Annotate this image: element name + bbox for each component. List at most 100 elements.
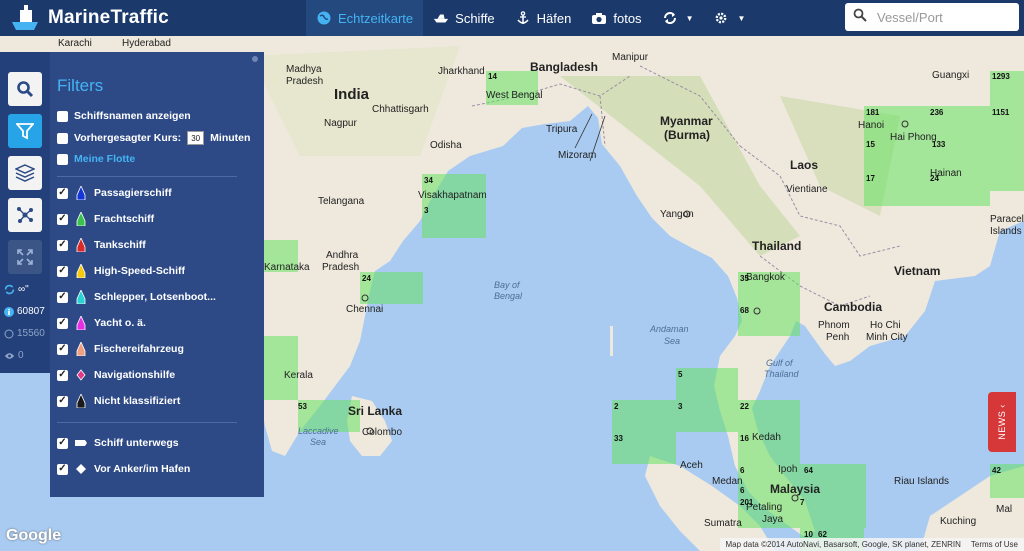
vessel-type-checkbox[interactable] [57, 213, 68, 225]
map-label: Hyderabad [122, 38, 171, 49]
map-label: Guangxi [932, 70, 970, 81]
nav-ports[interactable]: Häfen [505, 0, 582, 36]
filter-tool-button[interactable] [8, 114, 42, 148]
ship-count[interactable]: 14 [488, 72, 497, 81]
nav-settings-menu[interactable]: ▼ [703, 0, 755, 36]
ship-count[interactable]: 181 [866, 108, 879, 117]
vessel-type-label: Fischereifahrzeug [94, 343, 184, 355]
anchored-checkbox[interactable] [57, 463, 68, 475]
ship-count[interactable]: 201 [740, 498, 753, 507]
app-name: MarineTraffic [48, 7, 169, 28]
google-logo: Google [6, 527, 62, 544]
vessel-type-checkbox[interactable] [57, 343, 68, 355]
my-fleet-link[interactable]: Meine Flotte [74, 153, 135, 165]
ship-count[interactable]: 34 [424, 176, 433, 185]
ship-count[interactable]: 17 [866, 174, 875, 183]
map-label: Phnom [818, 320, 850, 331]
ship-count[interactable]: 3 [424, 206, 428, 215]
ship-count[interactable]: 24 [930, 174, 939, 183]
ship-count[interactable]: 15 [866, 140, 875, 149]
ship-count[interactable]: 68 [740, 306, 749, 315]
ship-count[interactable]: 53 [298, 402, 307, 411]
predicted-course-checkbox[interactable] [57, 132, 68, 144]
map-label: Pradesh [322, 262, 360, 273]
map-country-label: Myanmar [660, 114, 713, 128]
vessel-type-checkbox[interactable] [57, 187, 68, 199]
ship-count[interactable]: 42 [992, 466, 1001, 475]
nav-photos[interactable]: fotos [581, 0, 651, 36]
ship-count[interactable]: 2 [614, 402, 618, 411]
map-label: Kuching [940, 516, 977, 527]
ship-count[interactable]: 6 [740, 466, 744, 475]
ship-count[interactable]: 6 [740, 486, 744, 495]
fullscreen-icon [17, 249, 33, 265]
vessel-type-checkbox[interactable] [57, 369, 68, 381]
panel-drag-handle[interactable] [252, 56, 258, 62]
ship-count[interactable]: 236 [930, 108, 943, 117]
chevron-down-icon: ▼ [685, 13, 694, 23]
search-tool-button[interactable] [8, 72, 42, 106]
vessel-type-filter: Tankschiff [57, 238, 146, 252]
circle-icon [4, 329, 14, 338]
vessel-type-checkbox[interactable] [57, 239, 68, 251]
ship-logo-icon [12, 5, 38, 30]
predicted-course-minutes-input[interactable] [187, 131, 205, 145]
map-label: Penh [826, 332, 850, 343]
map-label: Chhattisgarh [372, 104, 429, 115]
map-country-label: Thailand [752, 239, 802, 253]
underway-checkbox[interactable] [57, 437, 68, 449]
ship-count[interactable]: 133 [932, 140, 945, 149]
vessel-type-checkbox[interactable] [57, 395, 68, 407]
news-tab[interactable]: NEWS ‹ [988, 392, 1016, 452]
map-label: Andhra [326, 250, 359, 261]
filter-status-anchored: Vor Anker/im Hafen [57, 462, 190, 476]
vessel-count-value: 60807 [17, 306, 45, 317]
predicted-course-label: Vorhergesagter Kurs: [74, 132, 182, 144]
vessel-marker-icon [74, 316, 88, 330]
map-label: Telangana [318, 196, 365, 207]
ship-count[interactable]: 1293 [992, 72, 1010, 81]
vessel-type-filter: Fischereifahrzeug [57, 342, 184, 356]
vessel-type-checkbox[interactable] [57, 317, 68, 329]
refresh-rate[interactable]: ∞" [4, 284, 29, 295]
vessel-type-label: Yacht o. ä. [94, 317, 146, 329]
vessel-count: 60807 [4, 306, 45, 317]
chevron-down-icon: ▼ [737, 13, 746, 23]
ship-count[interactable]: 7 [800, 498, 804, 507]
ship-count[interactable]: 22 [740, 402, 749, 411]
refresh-icon [4, 284, 15, 295]
fullscreen-tool-button[interactable] [8, 240, 42, 274]
map-country-label: India [334, 86, 370, 103]
vessel-type-checkbox[interactable] [57, 265, 68, 277]
map-label: Manipur [612, 52, 649, 63]
vessel-type-filter: Nicht klassifiziert [57, 394, 180, 408]
my-fleet-checkbox[interactable] [57, 153, 68, 165]
vessel-marker-icon [74, 290, 88, 304]
ship-count[interactable]: 64 [804, 466, 813, 475]
vessel-type-checkbox[interactable] [57, 291, 68, 303]
nav-live-map[interactable]: Echtzeitkarte [306, 0, 424, 36]
nav-sync-menu[interactable]: ▼ [652, 0, 704, 36]
marinetraffic-logo[interactable]: MarineTraffic [8, 4, 169, 32]
ship-count[interactable]: 16 [740, 434, 749, 443]
map-label: Ipoh [778, 464, 798, 475]
ship-count[interactable]: 24 [362, 274, 371, 283]
vessel-port-search-input[interactable] [877, 9, 1007, 25]
ship-count[interactable]: 35 [740, 274, 749, 283]
sea-label: Bay of [494, 280, 520, 290]
map-label: Nagpur [324, 118, 357, 129]
show-names-checkbox[interactable] [57, 110, 68, 122]
ship-count[interactable]: 33 [614, 434, 623, 443]
map-label: Riau Islands [894, 476, 950, 487]
network-tool-button[interactable] [8, 198, 42, 232]
layers-tool-button[interactable] [8, 156, 42, 190]
vessel-marker-icon [74, 212, 88, 226]
ship-count[interactable]: 5 [678, 370, 682, 379]
nav-ships[interactable]: Schiffe [423, 0, 505, 36]
ship-count[interactable]: 3 [678, 402, 682, 411]
main-nav: Echtzeitkarte Schiffe Häfen fotos ▼ ▼ [306, 0, 755, 36]
ship-count[interactable]: 1151 [992, 108, 1009, 117]
vessel-search [845, 3, 1019, 31]
terms-of-use-link[interactable]: Terms of Use [971, 540, 1018, 549]
map-country-label: Vietnam [894, 264, 941, 278]
